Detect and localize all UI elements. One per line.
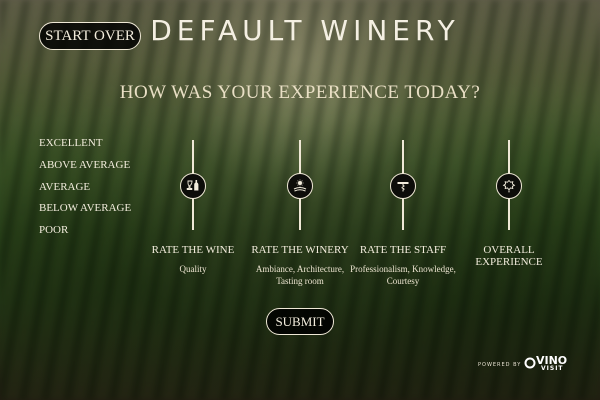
rate-winery-detail-line1: Ambiance, Architecture,	[255, 264, 345, 274]
experience-question: HOW WAS YOUR EXPERIENCE TODAY?	[119, 82, 481, 103]
rate-staff-slider-handle[interactable]	[390, 173, 416, 199]
vino-visit-logo: VINO VISIT	[524, 355, 570, 373]
rate-winery-label: RATE THE WINERY	[251, 244, 349, 256]
wine-glass-bottle-icon	[186, 180, 199, 191]
logo-word-visit: VISIT	[541, 365, 564, 372]
rate-overall-slider-handle[interactable]	[496, 173, 522, 199]
rate-staff-label: RATE THE STAFF	[359, 244, 447, 256]
rate-wine-slider-handle[interactable]	[180, 173, 206, 199]
vino-visit-logo-mark-icon	[524, 357, 536, 369]
rate-winery-slider-handle[interactable]	[287, 173, 313, 199]
scale-level-poor[interactable]: POOR	[39, 223, 131, 245]
scale-level-above-average[interactable]: ABOVE AVERAGE	[39, 158, 131, 180]
rate-staff-detail-line1: Professionalism, Knowledge,	[350, 264, 456, 274]
start-over-button[interactable]: START OVER	[39, 22, 141, 50]
winery-landscape-icon	[293, 179, 307, 192]
submit-button[interactable]: SUBMIT	[266, 308, 334, 335]
rating-scale-legend: EXCELLENT ABOVE AVERAGE AVERAGE BELOW AV…	[39, 136, 131, 245]
powered-by-text: POWERED BY	[478, 362, 522, 368]
rate-staff-detail-line2: Courtesy	[386, 276, 420, 286]
rate-overall-label-line2: EXPERIENCE	[475, 256, 543, 268]
rate-winery-detail-line2: Tasting room	[276, 276, 324, 286]
grape-leaf-icon	[502, 179, 516, 193]
corkscrew-icon	[397, 182, 409, 192]
winery-title: DEFAULT WINERY	[150, 14, 460, 47]
scale-level-excellent[interactable]: EXCELLENT	[39, 136, 131, 158]
rate-wine-label: RATE THE WINE	[151, 244, 235, 256]
scale-level-average[interactable]: AVERAGE	[39, 180, 131, 202]
rate-wine-detail: Quality	[179, 264, 207, 274]
rate-overall-label-line1: OVERALL	[483, 244, 535, 256]
scale-level-below-average[interactable]: BELOW AVERAGE	[39, 201, 131, 223]
